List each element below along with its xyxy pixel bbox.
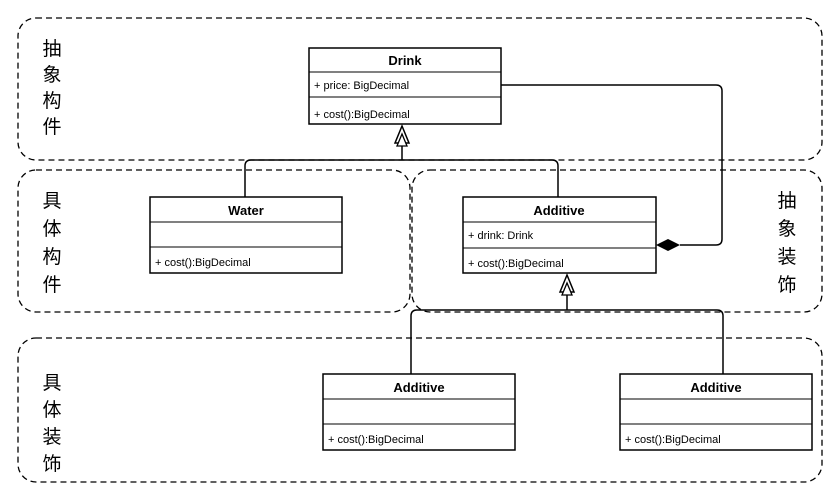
class-attribute: + drink: Drink	[468, 230, 534, 242]
class-additive[interactable]: Additive + drink: Drink + cost():BigDeci…	[462, 196, 657, 274]
label-char: 抽	[42, 38, 61, 60]
class-drink[interactable]: Drink + price: BigDecimal + cost():BigDe…	[308, 47, 502, 125]
class-additive-left[interactable]: Additive + cost():BigDecimal	[322, 373, 516, 451]
label-abstract-decorator: 抽 象 装 饰	[777, 190, 796, 296]
label-char: 具	[42, 190, 61, 212]
class-water[interactable]: Water + cost():BigDecimal	[149, 196, 343, 274]
label-concrete-decorator: 具 体 装 饰	[42, 372, 61, 475]
label-char: 体	[42, 218, 61, 240]
class-name: Water	[228, 203, 264, 218]
label-char: 饰	[777, 274, 796, 296]
label-char: 象	[42, 64, 61, 86]
label-char: 装	[42, 426, 61, 448]
inheritance-line-drink	[244, 159, 559, 197]
label-concrete-component: 具 体 构 件	[42, 190, 61, 296]
class-method: + cost():BigDecimal	[155, 257, 251, 269]
label-char: 构	[42, 246, 61, 268]
uml-diagram: 抽 象 构 件 具 体 构 件 抽 象 装 饰 具 体 装 饰 Drink + …	[17, 17, 823, 483]
label-abstract-component: 抽 象 构 件	[42, 38, 61, 138]
composition-diamond-icon	[656, 239, 680, 251]
class-name: Additive	[393, 380, 444, 395]
class-additive-right[interactable]: Additive + cost():BigDecimal	[619, 373, 813, 451]
label-char: 件	[42, 274, 61, 296]
label-char: 件	[42, 116, 61, 138]
label-char: 构	[42, 90, 61, 112]
label-char: 具	[42, 372, 61, 394]
label-char: 体	[42, 399, 61, 421]
class-name: Drink	[388, 53, 422, 68]
class-method: + cost():BigDecimal	[328, 434, 424, 446]
label-char: 象	[777, 218, 796, 240]
class-method: + cost():BigDecimal	[314, 109, 410, 121]
class-name: Additive	[690, 380, 741, 395]
class-attribute: + price: BigDecimal	[314, 80, 409, 92]
label-char: 饰	[42, 453, 61, 475]
label-char: 抽	[777, 190, 796, 212]
label-char: 装	[777, 246, 796, 268]
class-name: Additive	[533, 203, 584, 218]
class-method: + cost():BigDecimal	[468, 258, 564, 270]
class-method: + cost():BigDecimal	[625, 434, 721, 446]
inheritance-line-additive	[410, 309, 724, 374]
